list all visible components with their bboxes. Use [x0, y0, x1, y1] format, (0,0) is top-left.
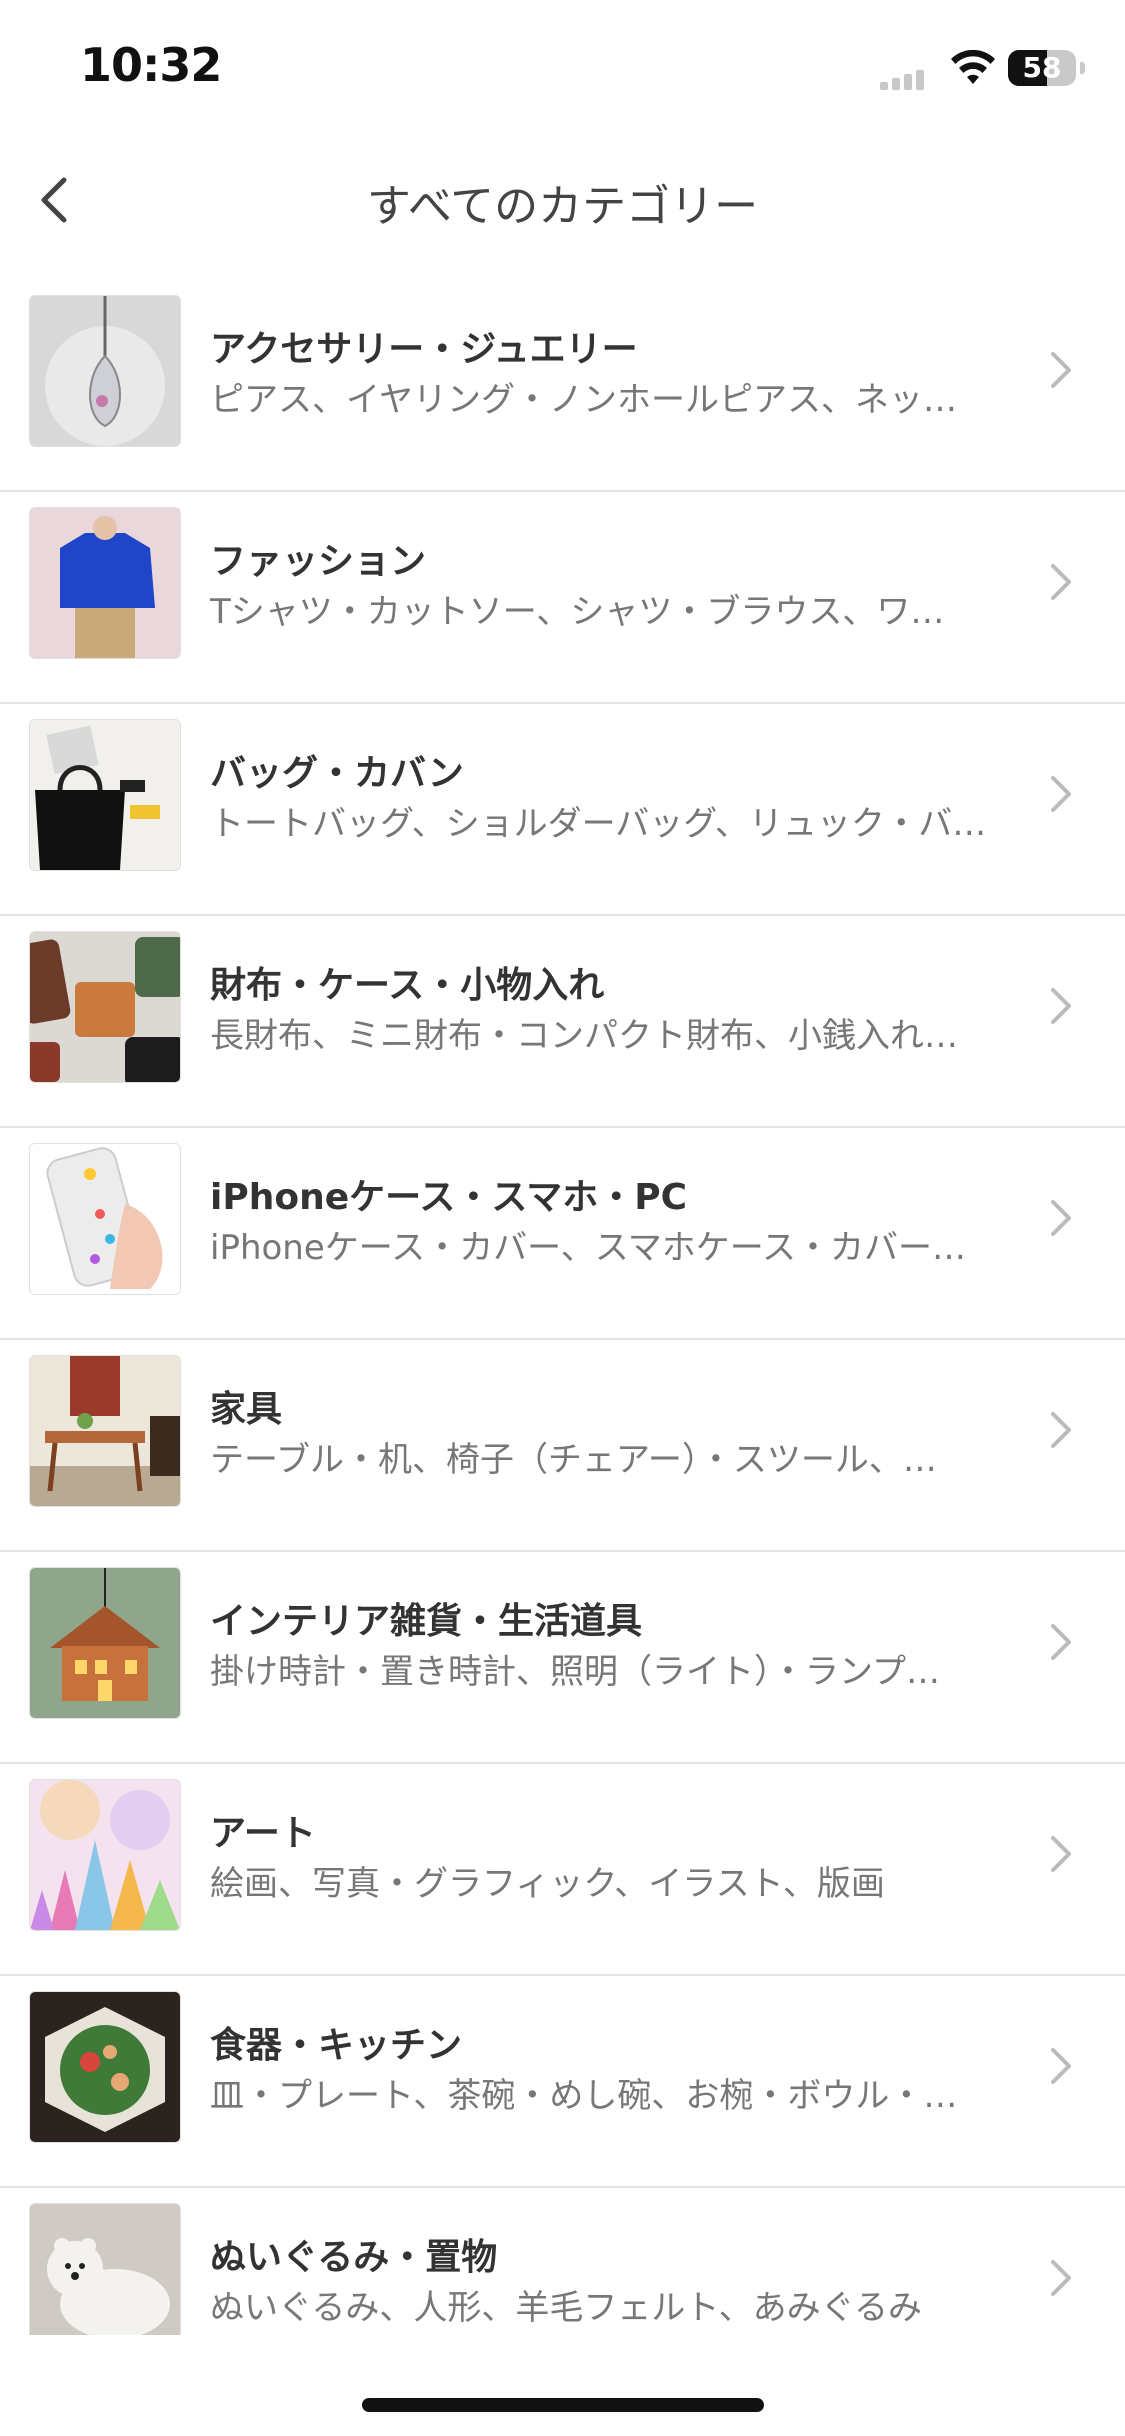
- category-thumbnail: [29, 1355, 181, 1507]
- category-item-accessories[interactable]: アクセサリー・ジュエリー ピアス、イヤリング・ノンホールピアス、ネッ…: [0, 280, 1125, 492]
- category-title: アート: [210, 1813, 316, 1854]
- wifi-icon: [951, 50, 995, 84]
- battery-icon: 58: [1008, 50, 1076, 86]
- bottom-safe-area: [0, 2335, 1125, 2436]
- chevron-right-icon: [1051, 988, 1071, 1024]
- category-list: アクセサリー・ジュエリー ピアス、イヤリング・ノンホールピアス、ネッ… ファッシ…: [0, 280, 1125, 2398]
- category-item-wallets[interactable]: 財布・ケース・小物入れ 長財布、ミニ財布・コンパクト財布、小銭入れ…: [0, 916, 1125, 1128]
- category-thumbnail: [29, 507, 181, 659]
- category-title: ファッション: [210, 541, 427, 582]
- category-thumbnail: [29, 719, 181, 871]
- chevron-right-icon: [1051, 352, 1071, 388]
- category-subtitle: 皿・プレート、茶碗・めし碗、お椀・ボウル・…: [210, 2076, 958, 2116]
- chevron-right-icon: [1051, 564, 1071, 600]
- chevron-right-icon: [1051, 1200, 1071, 1236]
- category-thumbnail: [29, 931, 181, 1083]
- category-subtitle: Tシャツ・カットソー、シャツ・ブラウス、ワ…: [210, 592, 945, 632]
- category-subtitle: 長財布、ミニ財布・コンパクト財布、小銭入れ…: [210, 1016, 958, 1056]
- category-subtitle: テーブル・机、椅子（チェアー）・スツール、…: [210, 1440, 937, 1480]
- category-item-interior[interactable]: インテリア雑貨・生活道具 掛け時計・置き時計、照明（ライト）・ランプ…: [0, 1552, 1125, 1764]
- category-thumbnail: [29, 295, 181, 447]
- category-item-art[interactable]: アート 絵画、写真・グラフィック、イラスト、版画: [0, 1764, 1125, 1976]
- category-item-furniture[interactable]: 家具 テーブル・机、椅子（チェアー）・スツール、…: [0, 1340, 1125, 1552]
- cellular-signal-icon: [880, 70, 928, 90]
- chevron-right-icon: [1051, 1836, 1071, 1872]
- page-title: すべてのカテゴリー: [366, 181, 759, 232]
- home-indicator[interactable]: [362, 2398, 764, 2412]
- category-thumbnail: [29, 1143, 181, 1295]
- category-item-fashion[interactable]: ファッション Tシャツ・カットソー、シャツ・ブラウス、ワ…: [0, 492, 1125, 704]
- category-item-tableware[interactable]: 食器・キッチン 皿・プレート、茶碗・めし碗、お椀・ボウル・…: [0, 1976, 1125, 2188]
- category-thumbnail: [29, 2203, 181, 2355]
- category-title: インテリア雑貨・生活道具: [210, 1601, 643, 1642]
- category-title: 食器・キッチン: [210, 2025, 463, 2066]
- chevron-right-icon: [1051, 2260, 1071, 2296]
- category-title: アクセサリー・ジュエリー: [210, 329, 638, 370]
- category-thumbnail: [29, 1991, 181, 2143]
- chevron-right-icon: [1051, 776, 1071, 812]
- category-thumbnail: [29, 1567, 181, 1719]
- category-subtitle: ピアス、イヤリング・ノンホールピアス、ネッ…: [210, 380, 957, 420]
- category-title: iPhoneケース・スマホ・PC: [210, 1177, 688, 1218]
- category-subtitle: ぬいぐるみ、人形、羊毛フェルト、あみぐるみ: [210, 2288, 922, 2328]
- category-subtitle: 絵画、写真・グラフィック、イラスト、版画: [210, 1864, 885, 1904]
- chevron-right-icon: [1051, 2048, 1071, 2084]
- battery-percent: 58: [1022, 51, 1062, 84]
- status-time: 10:32: [80, 38, 222, 92]
- category-title: 家具: [210, 1389, 283, 1430]
- category-item-phone[interactable]: iPhoneケース・スマホ・PC iPhoneケース・カバー、スマホケース・カバ…: [0, 1128, 1125, 1340]
- category-subtitle: トートバッグ、ショルダーバッグ、リュック・バ…: [210, 804, 987, 844]
- category-item-bags[interactable]: バッグ・カバン トートバッグ、ショルダーバッグ、リュック・バ…: [0, 704, 1125, 916]
- category-subtitle: iPhoneケース・カバー、スマホケース・カバー…: [210, 1228, 967, 1268]
- navigation-bar: すべてのカテゴリー: [0, 140, 1125, 260]
- category-subtitle: 掛け時計・置き時計、照明（ライト）・ランプ…: [210, 1652, 940, 1692]
- category-title: ぬいぐるみ・置物: [210, 2237, 498, 2278]
- chevron-right-icon: [1051, 1624, 1071, 1660]
- category-thumbnail: [29, 1779, 181, 1931]
- category-title: バッグ・カバン: [210, 753, 464, 794]
- category-title: 財布・ケース・小物入れ: [210, 965, 605, 1006]
- chevron-right-icon: [1051, 1412, 1071, 1448]
- status-bar: 10:32 58: [0, 0, 1125, 135]
